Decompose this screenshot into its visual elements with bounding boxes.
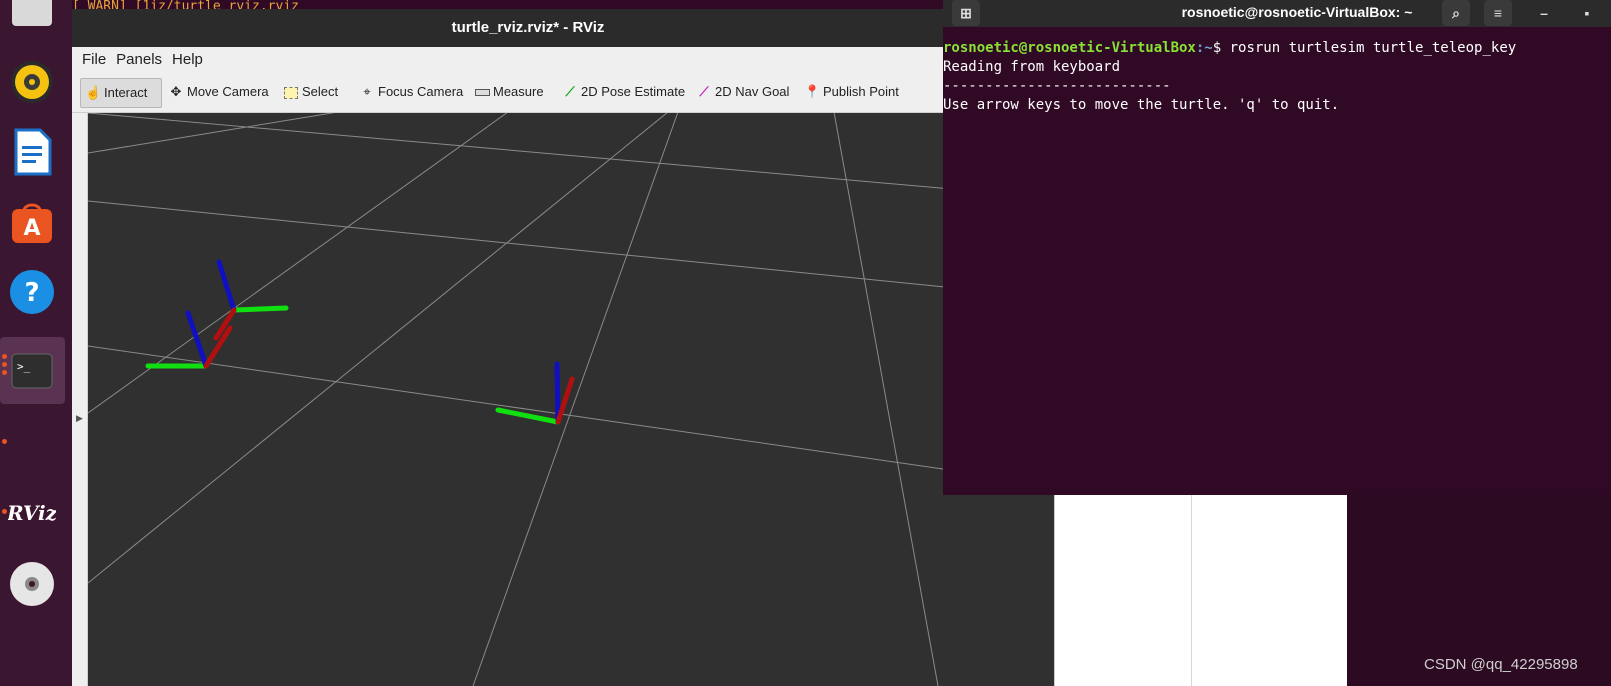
svg-text:A: A bbox=[23, 216, 40, 241]
output-line: Use arrow keys to move the turtle. 'q' t… bbox=[943, 97, 1340, 113]
menu-icon[interactable]: ≡ bbox=[1484, 0, 1512, 26]
help-icon[interactable]: ? bbox=[8, 268, 56, 316]
tool-measure[interactable]: Measure bbox=[474, 78, 544, 106]
close-icon[interactable]: ▪ bbox=[1573, 0, 1601, 26]
tool-move-camera[interactable]: ✥ Move Camera bbox=[168, 78, 269, 106]
menu-panels[interactable]: Panels bbox=[111, 47, 167, 72]
3d-viewport[interactable] bbox=[87, 111, 1054, 686]
green-arrow-icon: ⟋ bbox=[565, 84, 575, 99]
tool-2d-pose-estimate[interactable]: ⟋ 2D Pose Estimate bbox=[562, 78, 685, 106]
software-center-icon[interactable]: A bbox=[8, 197, 56, 245]
tf-frame-2 bbox=[213, 259, 289, 341]
select-box-icon bbox=[283, 78, 299, 106]
focus-camera-icon: ⌖ bbox=[363, 84, 371, 99]
menu-file[interactable]: File bbox=[77, 47, 111, 72]
watermark: CSDN @qq_42295898 bbox=[1424, 656, 1578, 673]
svg-text:?: ? bbox=[24, 278, 39, 308]
files-icon[interactable] bbox=[8, 0, 56, 34]
minimize-icon[interactable]: – bbox=[1530, 0, 1558, 26]
terminal-icon[interactable]: >_ bbox=[8, 346, 56, 394]
command-text: rosrun turtlesim turtle_teleop_key bbox=[1229, 40, 1517, 56]
rviz-window: turtle_rviz.rviz* - RViz File Panels Help … bbox=[72, 9, 1054, 686]
tf-frame-3 bbox=[495, 361, 575, 425]
tool-interact[interactable]: ☝ Interact bbox=[80, 78, 163, 108]
output-line: Reading from keyboard bbox=[943, 59, 1121, 75]
tool-bar: ☝ Interact ✥ Move Camera Select ⌖ Focus Cam… bbox=[72, 72, 1054, 113]
collapsed-left-panel[interactable]: ▶ bbox=[72, 113, 88, 686]
rviz-icon[interactable]: RViz bbox=[6, 488, 58, 536]
writer-icon[interactable] bbox=[8, 128, 56, 176]
terminal-output[interactable]: rosnoetic@rosnoetic-VirtualBox:~$ rosrun… bbox=[943, 39, 1611, 115]
hand-pointer-icon: ☝ bbox=[85, 85, 102, 100]
menu-help[interactable]: Help bbox=[167, 47, 208, 72]
rviz-title: turtle_rviz.rviz* - RViz bbox=[451, 19, 605, 36]
menu-bar: File Panels Help bbox=[72, 47, 1054, 72]
terminal-titlebar[interactable]: ⊞ rosnoetic@rosnoetic-VirtualBox: ~ ⌕ ≡ … bbox=[943, 0, 1611, 27]
prompt-symbol: $ bbox=[1212, 40, 1230, 56]
map-pin-icon: 📍 bbox=[804, 84, 821, 99]
rhythmbox-icon[interactable] bbox=[8, 58, 56, 106]
prompt-path: :~ bbox=[1195, 40, 1213, 56]
output-line: --------------------------- bbox=[943, 78, 1171, 94]
prompt-user: rosnoetic@rosnoetic-VirtualBox bbox=[943, 40, 1196, 56]
tool-focus-camera[interactable]: ⌖ Focus Camera bbox=[359, 78, 463, 106]
tool-2d-nav-goal[interactable]: ⟋ 2D Nav Goal bbox=[696, 78, 789, 106]
terminal-window: ⊞ rosnoetic@rosnoetic-VirtualBox: ~ ⌕ ≡ … bbox=[943, 0, 1611, 495]
move-camera-icon: ✥ bbox=[170, 84, 182, 99]
search-icon[interactable]: ⌕ bbox=[1442, 0, 1470, 26]
dvd-icon[interactable] bbox=[8, 560, 56, 608]
prompt-line: rosnoetic@rosnoetic-VirtualBox:~$ rosrun… bbox=[943, 39, 1611, 58]
tool-publish-point[interactable]: 📍 Publish Point bbox=[804, 78, 899, 106]
ubuntu-dock: A ? >_ RViz bbox=[0, 0, 73, 686]
expand-arrow-icon[interactable]: ▶ bbox=[76, 413, 83, 424]
ruler-icon bbox=[474, 78, 490, 106]
svg-text:>_: >_ bbox=[17, 360, 31, 373]
svg-text:RViz: RViz bbox=[8, 501, 56, 525]
background-side-panel bbox=[1054, 495, 1347, 686]
grid bbox=[87, 111, 1054, 686]
rviz-titlebar[interactable]: turtle_rviz.rviz* - RViz bbox=[72, 9, 1054, 47]
magenta-arrow-icon: ⟋ bbox=[699, 84, 709, 99]
viewport-scene bbox=[87, 111, 1054, 686]
tool-select[interactable]: Select bbox=[283, 78, 338, 106]
